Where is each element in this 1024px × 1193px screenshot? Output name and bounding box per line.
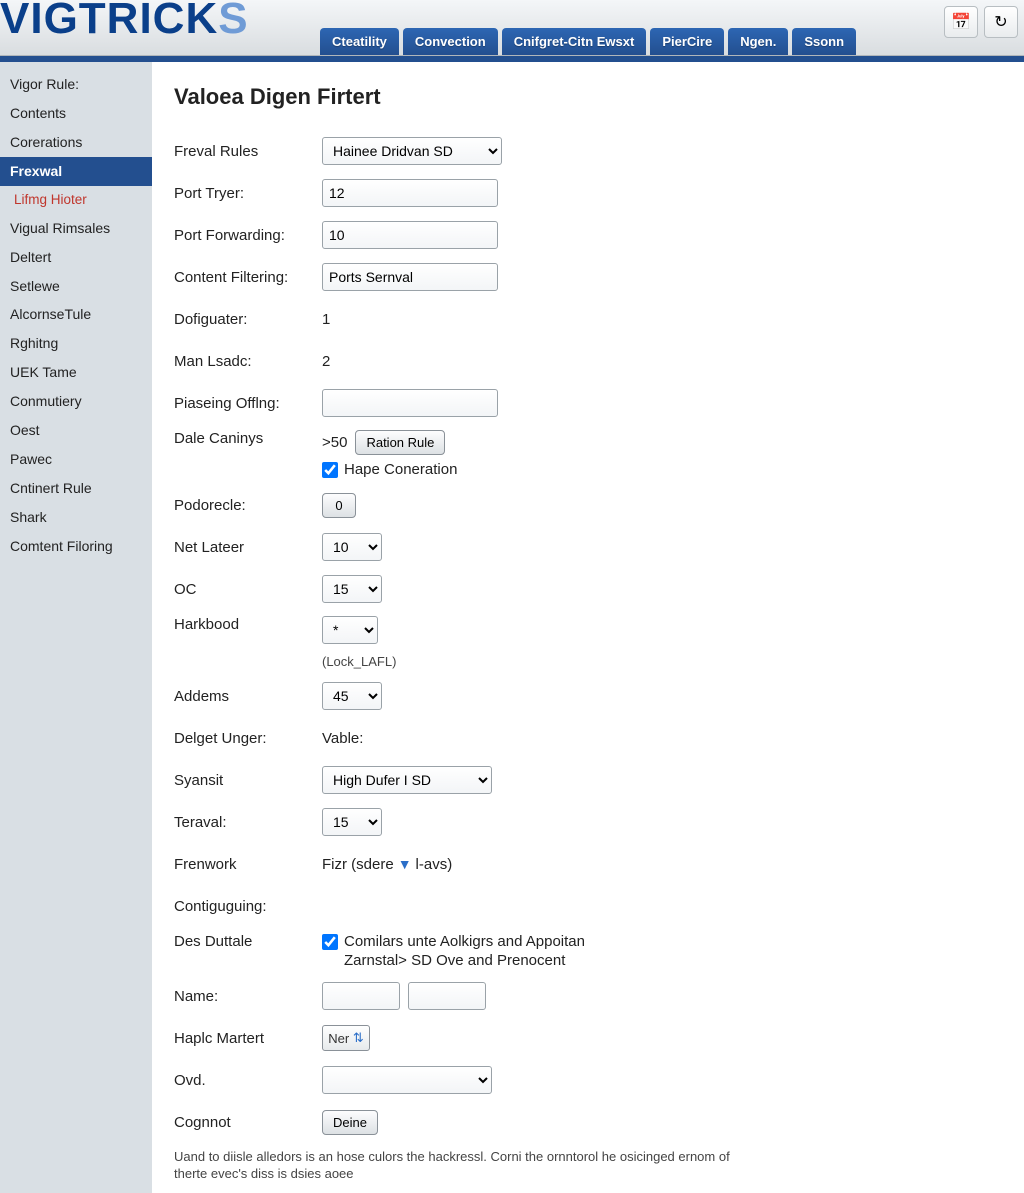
harkbood-hint: (Lock_LAFL) — [322, 654, 396, 669]
label-ovd: Ovd. — [174, 1072, 322, 1089]
page-title: Valoea Digen Firtert — [174, 84, 1014, 110]
label-delget-unger: Delget Unger: — [174, 730, 322, 747]
name-first-input[interactable] — [322, 982, 400, 1010]
label-teraval: Teraval: — [174, 814, 322, 831]
hape-coneration-checkbox[interactable]: Hape Coneration — [322, 461, 457, 478]
nav-tab[interactable]: PierCire — [650, 28, 724, 55]
sidebar-item[interactable]: Deltert — [0, 243, 152, 272]
label-content-filtering: Content Filtering: — [174, 269, 322, 286]
sidebar-item[interactable]: Vigor Rule: — [0, 70, 152, 99]
frenwork-post: l-avs) — [416, 856, 453, 873]
sidebar-item[interactable]: Corerations — [0, 128, 152, 157]
sidebar-item[interactable]: Contents — [0, 99, 152, 128]
header-tabs: Cteatility Convection Cnifgret-Citn Ewsx… — [320, 28, 856, 55]
label-oc: OC — [174, 581, 322, 598]
spinner-arrows-icon: ⇅ — [353, 1030, 364, 1046]
label-contiguguing: Contiguguing: — [174, 898, 322, 915]
label-port-forwarding: Port Forwarding: — [174, 227, 322, 244]
sidebar-item[interactable]: Conmutiery — [0, 387, 152, 416]
label-cognnot: Cognnot — [174, 1114, 322, 1131]
sidebar-item[interactable]: AlcornseTule — [0, 300, 152, 329]
chevron-down-icon[interactable]: ▼ — [398, 856, 412, 872]
label-syansit: Syansit — [174, 772, 322, 789]
label-podorecle: Podorecle: — [174, 497, 322, 514]
date-icon-button[interactable]: 📅 — [944, 6, 978, 38]
des-duttale-checkbox[interactable]: Comilars unte Aolkigrs and Appoitan — [322, 933, 585, 950]
sidebar-item[interactable]: Setlewe — [0, 272, 152, 301]
header-bar: VIGTRICKS Cteatility Convection Cnifgret… — [0, 0, 1024, 56]
nav-tab[interactable]: Ngen. — [728, 28, 788, 55]
des-duttale-input[interactable] — [322, 934, 338, 950]
sidebar: Vigor Rule: Contents Corerations Frexwal… — [0, 62, 152, 1193]
hape-coneration-input[interactable] — [322, 462, 338, 478]
sidebar-item[interactable]: Oest — [0, 416, 152, 445]
sidebar-item[interactable]: UEK Tame — [0, 358, 152, 387]
sidebar-item-active[interactable]: Frexwal — [0, 157, 152, 186]
logo-main: VIGTRICK — [0, 0, 218, 43]
addems-select[interactable]: 45 — [322, 682, 382, 710]
piaseing-input[interactable] — [322, 389, 498, 417]
main-panel: Valoea Digen Firtert Freval Rules Hainee… — [152, 62, 1024, 1193]
label-des-duttale: Des Duttale — [174, 933, 322, 950]
label-port-tryer: Port Tryer: — [174, 185, 322, 202]
label-man-lsadc: Man Lsadc: — [174, 353, 322, 370]
label-net-lateer: Net Lateer — [174, 539, 322, 556]
haplc-martert-value: Ner — [328, 1031, 349, 1046]
name-second-input[interactable] — [408, 982, 486, 1010]
label-harkbood: Harkbood — [174, 616, 322, 633]
sidebar-item[interactable]: Cntinert Rule — [0, 474, 152, 503]
man-lsadc-value: 2 — [322, 353, 330, 370]
sidebar-item-sub[interactable]: Lifmg Hioter — [0, 186, 152, 214]
harkbood-select[interactable]: * — [322, 616, 378, 644]
label-frenwork: Frenwork — [174, 856, 322, 873]
nav-tab[interactable]: Cnifgret-Citn Ewsxt — [502, 28, 647, 55]
dale-prefix: >50 — [322, 434, 347, 451]
dofiguater-value: 1 — [322, 311, 330, 328]
label-haplc-martert: Haplc Martert — [174, 1030, 322, 1047]
freval-rules-select[interactable]: Hainee Dridvan SD — [322, 137, 502, 165]
nav-tab[interactable]: Ssonn — [792, 28, 856, 55]
logo-last: S — [218, 0, 248, 43]
logo: VIGTRICKS — [0, 0, 249, 44]
label-piaseing: Piaseing Offlng: — [174, 395, 322, 412]
des-duttale-line1: Comilars unte Aolkigrs and Appoitan — [344, 933, 585, 950]
deine-button[interactable]: Deine — [322, 1110, 378, 1135]
sidebar-item[interactable]: Pawec — [0, 445, 152, 474]
ration-rule-button[interactable]: Ration Rule — [355, 430, 445, 455]
label-dale-caninys: Dale Caninys — [174, 430, 322, 447]
label-addems: Addems — [174, 688, 322, 705]
nav-tab[interactable]: Cteatility — [320, 28, 399, 55]
hape-coneration-label: Hape Coneration — [344, 461, 457, 478]
net-lateer-select[interactable]: 10 — [322, 533, 382, 561]
syansit-select[interactable]: High Dufer I SD — [322, 766, 492, 794]
sidebar-item[interactable]: Rghitng — [0, 329, 152, 358]
label-name: Name: — [174, 988, 322, 1005]
haplc-martert-spinner[interactable]: Ner ⇅ — [322, 1025, 370, 1051]
teraval-select[interactable]: 15 — [322, 808, 382, 836]
frenwork-pre: Fizr (sdere — [322, 856, 394, 873]
sidebar-item[interactable]: Comtent Filoring — [0, 532, 152, 561]
sidebar-item[interactable]: Vigual Rimsales — [0, 214, 152, 243]
delget-unger-value: Vable: — [322, 730, 363, 747]
port-forwarding-input[interactable] — [322, 221, 498, 249]
ovd-select[interactable] — [322, 1066, 492, 1094]
nav-tab[interactable]: Convection — [403, 28, 498, 55]
content-filtering-input[interactable] — [322, 263, 498, 291]
footnote-text: Uand to diisle alledors is an hose culor… — [174, 1149, 734, 1183]
sidebar-item[interactable]: Shark — [0, 503, 152, 532]
label-freval-rules: Freval Rules — [174, 143, 322, 160]
port-tryer-input[interactable] — [322, 179, 498, 207]
des-duttale-line2: Zarnstal> SD Ove and Prenocent — [344, 952, 565, 969]
header-icons: 📅 ↻ — [944, 6, 1018, 38]
label-dofiguater: Dofiguater: — [174, 311, 322, 328]
refresh-icon-button[interactable]: ↻ — [984, 6, 1018, 38]
podorecle-button[interactable]: 0 — [322, 493, 356, 518]
oc-select[interactable]: 15 — [322, 575, 382, 603]
